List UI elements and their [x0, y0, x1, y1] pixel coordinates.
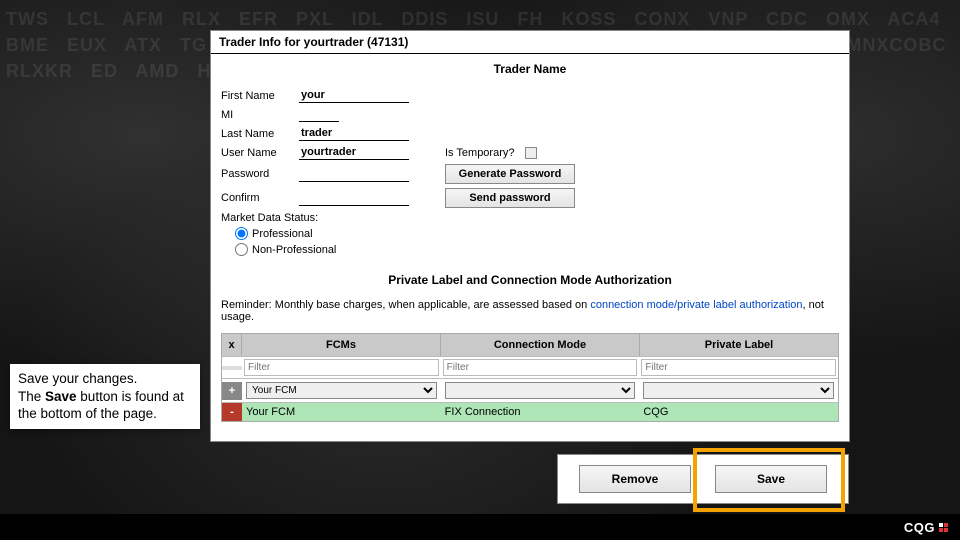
grid-header-conn: Connection Mode [441, 334, 640, 356]
mi-input[interactable] [299, 107, 339, 122]
grid-add-row: + Your FCM [222, 378, 838, 402]
callout-line1: Save your changes. [18, 370, 192, 388]
grid-data-row: - Your FCM FIX Connection CQG [222, 402, 838, 421]
market-data-status-label: Market Data Status: [221, 212, 839, 224]
is-temporary-checkbox[interactable] [525, 147, 537, 159]
generate-password-button[interactable]: Generate Password [445, 164, 575, 184]
reminder-link[interactable]: connection mode/private label authorizat… [590, 299, 802, 311]
grid-header: x FCMs Connection Mode Private Label [222, 334, 838, 356]
add-conn-select[interactable] [445, 382, 636, 399]
grid-header-plabel: Private Label [640, 334, 838, 356]
mds-nonprofessional-option[interactable]: Non-Professional [235, 243, 839, 256]
grid-header-x[interactable]: x [222, 334, 242, 356]
section-private-label: Private Label and Connection Mode Author… [211, 265, 849, 293]
password-input[interactable] [299, 167, 409, 182]
is-temporary-label: Is Temporary? [445, 147, 515, 159]
add-plabel-select[interactable] [643, 382, 834, 399]
mds-professional-radio[interactable] [235, 227, 248, 240]
panel-title: Trader Info for yourtrader (47131) [211, 31, 849, 54]
grid-filter-row [222, 356, 838, 378]
remove-row-button[interactable]: - [222, 403, 242, 421]
instruction-callout: Save your changes. The Save button is fo… [10, 364, 200, 429]
mds-professional-option[interactable]: Professional [235, 227, 839, 240]
row-conn: FIX Connection [441, 403, 640, 421]
reminder-prefix: Reminder: Monthly base charges, when app… [221, 299, 590, 311]
reminder-text: Reminder: Monthly base charges, when app… [211, 293, 849, 333]
trader-name-form: First Name MI Last Name User Name Is Tem… [211, 82, 849, 265]
authorization-grid: x FCMs Connection Mode Private Label + Y… [221, 333, 839, 422]
confirm-label: Confirm [221, 192, 293, 204]
save-button[interactable]: Save [715, 465, 827, 493]
callout-line2: The Save button is found at the bottom o… [18, 388, 192, 423]
add-row-button[interactable]: + [222, 382, 242, 400]
add-fcm-select[interactable]: Your FCM [246, 382, 437, 399]
filter-conn-input[interactable] [443, 359, 638, 376]
logo-dots-icon [939, 523, 948, 532]
mds-professional-text: Professional [252, 228, 313, 240]
last-name-input[interactable] [299, 126, 409, 141]
confirm-input[interactable] [299, 191, 409, 206]
grid-header-fcms: FCMs [242, 334, 441, 356]
password-label: Password [221, 168, 293, 180]
footer-bar: CQG [0, 514, 960, 540]
mds-nonprofessional-radio[interactable] [235, 243, 248, 256]
mds-nonprofessional-text: Non-Professional [252, 244, 336, 256]
trader-info-panel: Trader Info for yourtrader (47131) Trade… [210, 30, 850, 442]
action-panel: Remove Save [557, 454, 849, 504]
grid-filter-corner [222, 366, 242, 370]
row-plabel: CQG [639, 403, 838, 421]
remove-button[interactable]: Remove [579, 465, 691, 493]
last-name-label: Last Name [221, 128, 293, 140]
first-name-input[interactable] [299, 88, 409, 103]
cqg-logo: CQG [904, 520, 948, 535]
filter-fcms-input[interactable] [244, 359, 439, 376]
logo-text: CQG [904, 520, 935, 535]
send-password-button[interactable]: Send password [445, 188, 575, 208]
mi-label: MI [221, 109, 293, 121]
user-name-label: User Name [221, 147, 293, 159]
section-trader-name: Trader Name [211, 54, 849, 82]
user-name-input[interactable] [299, 145, 409, 160]
first-name-label: First Name [221, 90, 293, 102]
filter-plabel-input[interactable] [641, 359, 836, 376]
row-fcm: Your FCM [242, 403, 441, 421]
